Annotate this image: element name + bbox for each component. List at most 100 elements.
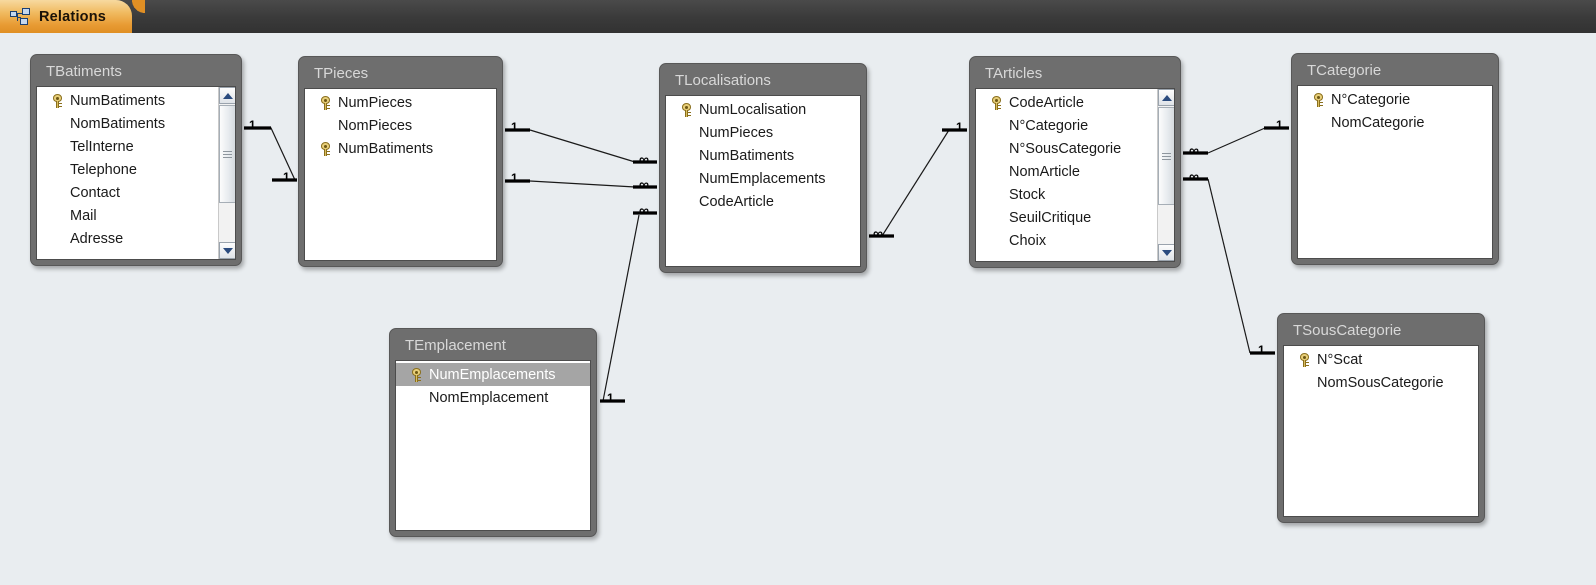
relationship-line[interactable] [1207, 178, 1251, 354]
relationship-line[interactable] [602, 214, 640, 402]
field-name: Choix [1009, 232, 1047, 249]
table-title[interactable]: TArticles [975, 62, 1175, 88]
field-row[interactable]: NumPieces [666, 121, 860, 144]
scroll-up-button[interactable] [1158, 89, 1174, 106]
relationship-line[interactable] [529, 129, 636, 163]
field-row[interactable]: NomEmplacement [396, 386, 590, 409]
cardinality-one: 1 [511, 171, 518, 185]
field-name: NumPieces [699, 124, 774, 141]
field-row[interactable]: Contact [37, 181, 218, 204]
field-name: NomArticle [1009, 163, 1080, 180]
field-key-slot [314, 141, 336, 156]
cardinality-one: 1 [956, 120, 963, 134]
field-row[interactable]: NomSousCategorie [1284, 371, 1478, 394]
field-list-scrollbar[interactable] [218, 87, 235, 259]
field-row[interactable]: Telephone [37, 158, 218, 181]
field-name: NumEmplacements [429, 366, 556, 383]
relationship-line[interactable] [1207, 127, 1266, 154]
cardinality-many: ∞ [639, 176, 649, 192]
field-row[interactable]: NomArticle [976, 160, 1157, 183]
table-box-tcategorie[interactable]: TCategorie N°Categorie NomCategorie [1291, 53, 1499, 265]
field-row[interactable]: N°Categorie [1298, 88, 1492, 111]
field-key-slot [985, 95, 1007, 110]
field-row[interactable]: NomBatiments [37, 112, 218, 135]
field-name: N°Categorie [1331, 91, 1411, 108]
primary-key-icon [320, 95, 331, 110]
field-row[interactable]: NumEmplacements [666, 167, 860, 190]
tab-relations[interactable]: Relations [0, 0, 146, 33]
cardinality-one: 1 [249, 118, 256, 132]
field-row[interactable]: NomCategorie [1298, 111, 1492, 134]
table-box-tsouscategorie[interactable]: TSousCategorie N°Scat NomSousCategorie [1277, 313, 1485, 523]
field-row[interactable]: NomPieces [305, 114, 496, 137]
field-key-slot [1307, 92, 1329, 107]
table-box-tbatiments[interactable]: TBatiments NumBatiments NomBatiments TelInt… [30, 54, 242, 266]
field-row[interactable]: CodeArticle [976, 91, 1157, 114]
scroll-down-button[interactable] [219, 242, 235, 259]
field-row[interactable]: NumLocalisation [666, 98, 860, 121]
field-row[interactable]: N°Categorie [976, 114, 1157, 137]
field-row[interactable]: NumPieces [305, 91, 496, 114]
field-row[interactable]: NumBatiments [305, 137, 496, 160]
primary-key-icon [320, 141, 331, 156]
table-box-templacement[interactable]: TEmplacement NumEmplacements NomEmplacemen… [389, 328, 597, 537]
scroll-up-button[interactable] [219, 87, 235, 104]
relations-canvas[interactable]: 1 1 1 ∞ 1 ∞ 1 ∞ ∞ 1 ∞ 1 ∞ 1 TBatiments NumBatiments NomB… [0, 33, 1596, 585]
field-list-items: NumPieces NomPieces NumBatiments [305, 89, 496, 260]
field-list-scrollbar[interactable] [1157, 89, 1174, 261]
field-list: NumEmplacements NomEmplacement [395, 360, 591, 531]
field-list-items: NumBatiments NomBatiments TelInterne Teleph… [37, 87, 218, 259]
table-title[interactable]: TEmplacement [395, 334, 591, 360]
relationship-line[interactable] [881, 129, 950, 237]
field-row[interactable]: Adresse [37, 227, 218, 250]
field-list-items: N°Scat NomSousCategorie [1284, 346, 1478, 516]
table-title[interactable]: TSousCategorie [1283, 319, 1479, 345]
primary-key-icon [411, 367, 422, 382]
table-title[interactable]: TPieces [304, 62, 497, 88]
field-row[interactable]: SeuilCritique [976, 206, 1157, 229]
field-name: NumPieces [338, 94, 413, 111]
scrollbar-grip-icon [1162, 151, 1171, 162]
field-row[interactable]: Choix [976, 229, 1157, 252]
chevron-down-icon [222, 247, 233, 254]
scrollbar-thumb[interactable] [1158, 107, 1174, 205]
field-row[interactable]: NumBatiments [666, 144, 860, 167]
field-list: NumPieces NomPieces NumBatiments [304, 88, 497, 261]
relations-icon [10, 8, 30, 25]
cardinality-many: ∞ [1189, 168, 1199, 184]
document-tab-strip: Relations [0, 0, 1596, 33]
field-row[interactable]: Mail [37, 204, 218, 227]
primary-key-icon [681, 102, 692, 117]
field-name: Stock [1009, 186, 1046, 203]
field-row[interactable]: TelInterne [37, 135, 218, 158]
cardinality-one: 1 [607, 391, 614, 405]
field-name: CodeArticle [699, 193, 774, 210]
table-box-tpieces[interactable]: TPieces NumPieces NomPieces NumBatiments [298, 56, 503, 267]
field-name: N°Categorie [1009, 117, 1089, 134]
field-name: NomSousCategorie [1317, 374, 1444, 391]
field-row[interactable]: CodeArticle [666, 190, 860, 213]
chevron-up-icon [1161, 94, 1172, 101]
field-name: Adresse [70, 230, 124, 247]
scroll-down-button[interactable] [1158, 244, 1174, 261]
table-box-tarticles[interactable]: TArticles CodeArticle N°Categorie N°SousCat… [969, 56, 1181, 268]
field-name: NomBatiments [70, 115, 166, 132]
field-row[interactable]: N°Scat [1284, 348, 1478, 371]
table-box-tlocalisations[interactable]: TLocalisations NumLocalisation NumPieces Nu… [659, 63, 867, 273]
field-row[interactable]: NumBatiments [37, 89, 218, 112]
scrollbar-grip-icon [223, 149, 232, 160]
chevron-down-icon [1161, 249, 1172, 256]
field-name: CodeArticle [1009, 94, 1084, 111]
field-name: N°SousCategorie [1009, 140, 1122, 157]
field-name: NumBatiments [338, 140, 434, 157]
table-title[interactable]: TCategorie [1297, 59, 1493, 85]
table-title[interactable]: TBatiments [36, 60, 236, 86]
scrollbar-thumb[interactable] [219, 105, 235, 203]
field-list-items: N°Categorie NomCategorie [1298, 86, 1492, 258]
field-row[interactable]: Stock [976, 183, 1157, 206]
field-list-items: NumEmplacements NomEmplacement [396, 361, 590, 530]
field-row[interactable]: N°SousCategorie [976, 137, 1157, 160]
relationship-line[interactable] [529, 180, 636, 188]
field-row[interactable]: NumEmplacements [396, 363, 590, 386]
table-title[interactable]: TLocalisations [665, 69, 861, 95]
